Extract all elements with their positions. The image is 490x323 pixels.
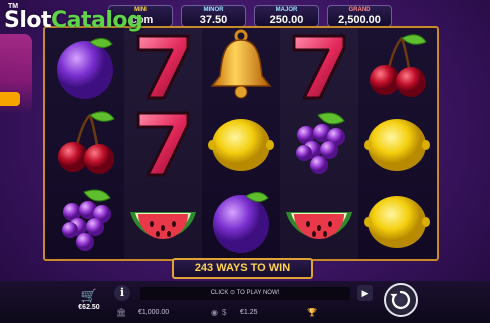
watermark-slot: Slot [4,8,52,33]
trademark-mark: TM [8,3,19,10]
plum-symbol [202,182,280,259]
game-logo-banner [0,92,20,106]
lemon-symbol [358,105,436,182]
watermelon-symbol [124,182,202,259]
seven-symbol [124,28,202,105]
cherry-symbol [46,105,124,182]
reel-3 [202,28,280,259]
watermark-catalog: Catalog [51,8,143,33]
jackpot-minor: MINOR 37.50 [181,5,246,27]
lemon-symbol [202,105,280,182]
ways-to-win-banner: 243 WAYS TO WIN [172,258,313,279]
grapes-symbol [280,105,358,182]
jackpot-panel: MINI .com MINOR 37.50 MAJOR 250.00 GRAND… [108,5,398,27]
bet-button[interactable]: 🛒 €62.50 [74,289,104,321]
watermelon-symbol [280,182,358,259]
lemon-symbol [358,182,436,259]
seven-symbol [124,105,202,182]
coin-icon: $ [222,308,227,317]
reel-grid [43,26,439,261]
trophy-icon: 🏆 [307,308,317,317]
jackpot-grand-value: 2,500.00 [338,14,381,26]
reel-5 [358,28,436,259]
cart-icon: 🛒 [80,288,98,303]
autoplay-button[interactable]: ▶ [357,285,373,301]
reel-1 [46,28,124,259]
jackpot-minor-label: MINOR [203,7,224,13]
status-message: CLICK ⊙ TO PLAY NOW! [140,287,350,300]
win-value: €1.25 [240,309,258,316]
plum-symbol [46,28,124,105]
jackpot-major-label: MAJOR [275,7,298,13]
jackpot-major-value: 250.00 [269,14,304,26]
jackpot-grand: GRAND 2,500.00 [327,5,392,27]
reel-4 [280,28,358,259]
cherry-symbol [358,28,436,105]
jackpot-major: MAJOR 250.00 [254,5,319,27]
reel-2 [124,28,202,259]
bell-symbol [202,28,280,105]
sound-icon[interactable]: ◉ [211,307,218,319]
jackpot-grand-label: GRAND [348,7,371,13]
spin-icon [390,290,411,310]
spin-button[interactable] [384,283,418,317]
play-icon: ▶ [361,288,369,298]
seven-symbol [280,28,358,105]
jackpot-minor-value: 37.50 [199,14,228,26]
slotcatalog-watermark: SlotCatalog [4,8,143,33]
info-button[interactable]: i [114,285,130,301]
bet-amount: €62.50 [78,304,100,311]
grapes-symbol [46,182,124,259]
bank-icon: 🏛 [116,308,127,317]
balance-value: €1,000.00 [138,309,170,316]
